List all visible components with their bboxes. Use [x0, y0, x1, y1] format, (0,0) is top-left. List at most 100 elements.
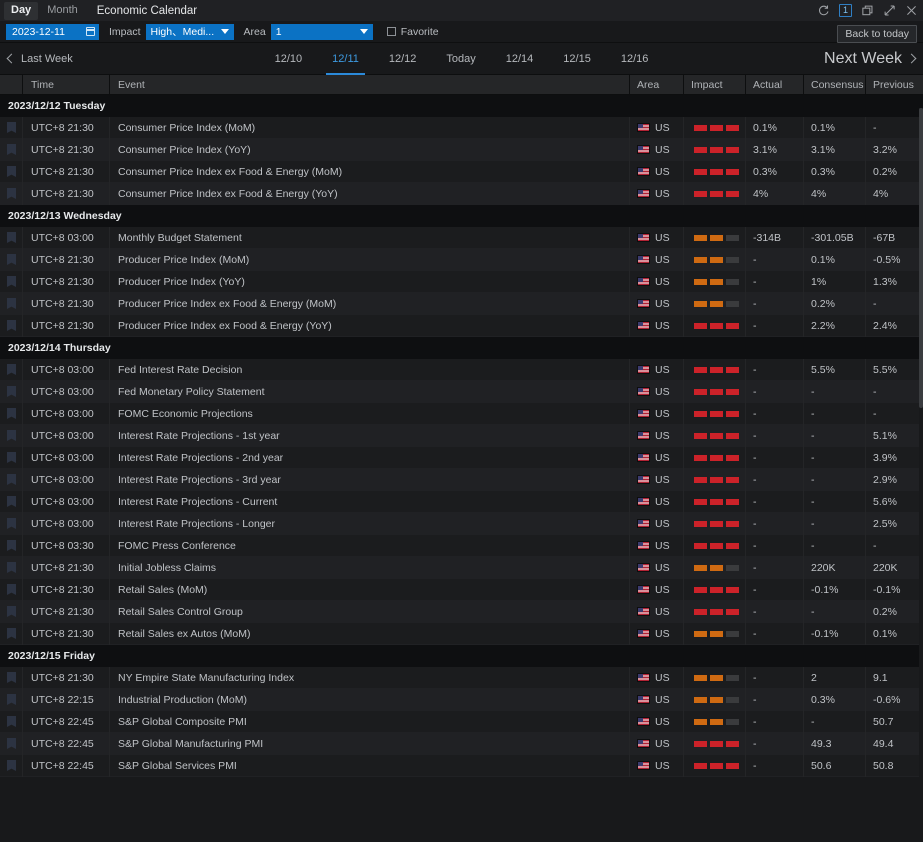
table-row[interactable]: UTC+8 03:00FOMC Economic ProjectionsUS--… — [0, 403, 923, 425]
table-row[interactable]: UTC+8 22:15Industrial Production (MoM)US… — [0, 689, 923, 711]
bookmark-icon[interactable] — [7, 386, 16, 397]
bookmark-icon[interactable] — [7, 606, 16, 617]
bookmark-icon[interactable] — [7, 298, 16, 309]
table-row[interactable]: UTC+8 03:00Interest Rate Projections - L… — [0, 513, 923, 535]
close-icon[interactable] — [905, 4, 918, 17]
scrollbar-thumb[interactable] — [919, 108, 923, 408]
expand-icon[interactable] — [883, 4, 896, 17]
table-row[interactable]: UTC+8 21:30Retail Sales Control GroupUS-… — [0, 601, 923, 623]
day-tab-12-15[interactable]: 12/15 — [561, 43, 593, 75]
table-row[interactable]: UTC+8 21:30Consumer Price Index (YoY)US3… — [0, 139, 923, 161]
bookmark-icon[interactable] — [7, 452, 16, 463]
bookmark-icon[interactable] — [7, 430, 16, 441]
chevron-down-icon — [221, 29, 229, 34]
bookmark-icon[interactable] — [7, 738, 16, 749]
row-mark-cell — [0, 315, 22, 337]
row-mark-cell — [0, 513, 22, 535]
bookmark-icon[interactable] — [7, 408, 16, 419]
day-tab-12-10[interactable]: 12/10 — [273, 43, 305, 75]
window-count-badge[interactable]: 1 — [839, 4, 852, 17]
bookmark-icon[interactable] — [7, 694, 16, 705]
table-row[interactable]: UTC+8 03:00Interest Rate Projections - 3… — [0, 469, 923, 491]
table-row[interactable]: UTC+8 03:00Interest Rate Projections - C… — [0, 491, 923, 513]
bookmark-icon[interactable] — [7, 232, 16, 243]
back-to-today-button[interactable]: Back to today — [837, 25, 917, 43]
table-row[interactable]: UTC+8 03:00Fed Interest Rate DecisionUS-… — [0, 359, 923, 381]
table-row[interactable]: UTC+8 21:30Consumer Price Index (MoM)US0… — [0, 117, 923, 139]
table-row[interactable]: UTC+8 22:45S&P Global Composite PMIUS--5… — [0, 711, 923, 733]
bookmark-icon[interactable] — [7, 166, 16, 177]
cell-previous: -67B — [865, 227, 923, 249]
bookmark-icon[interactable] — [7, 122, 16, 133]
bookmark-icon[interactable] — [7, 254, 16, 265]
table-row[interactable]: UTC+8 03:00Interest Rate Projections - 2… — [0, 447, 923, 469]
column-header-actual[interactable]: Actual — [745, 75, 803, 95]
table-row[interactable]: UTC+8 21:30Producer Price Index ex Food … — [0, 293, 923, 315]
bookmark-icon[interactable] — [7, 716, 16, 727]
table-row[interactable]: UTC+8 21:30NY Empire State Manufacturing… — [0, 667, 923, 689]
table-row[interactable]: UTC+8 03:00Monthly Budget StatementUS-31… — [0, 227, 923, 249]
column-header-area[interactable]: Area — [629, 75, 683, 95]
date-picker[interactable]: 2023-12-11 — [6, 24, 99, 40]
bookmark-icon[interactable] — [7, 276, 16, 287]
day-tab-12-16[interactable]: 12/16 — [619, 43, 651, 75]
bookmark-icon[interactable] — [7, 672, 16, 683]
bookmark-icon[interactable] — [7, 584, 16, 595]
bookmark-icon[interactable] — [7, 562, 16, 573]
column-header-event[interactable]: Event — [109, 75, 629, 95]
table-row[interactable]: UTC+8 21:30Producer Price Index (YoY)US-… — [0, 271, 923, 293]
cell-time: UTC+8 21:30 — [22, 183, 109, 205]
column-header-previous[interactable]: Previous — [865, 75, 923, 95]
bookmark-icon[interactable] — [7, 474, 16, 485]
day-tab-12-12[interactable]: 12/12 — [387, 43, 419, 75]
impact-bars-high — [694, 455, 739, 461]
column-header-consensus[interactable]: Consensus — [803, 75, 865, 95]
restore-icon[interactable] — [861, 4, 874, 17]
cell-consensus: 5.5% — [803, 359, 865, 381]
area-name: US — [655, 518, 670, 530]
impact-filter-select[interactable]: High、Medi... — [146, 24, 234, 40]
favorite-checkbox[interactable] — [387, 27, 396, 36]
table-row[interactable]: UTC+8 21:30Producer Price Index (MoM)US-… — [0, 249, 923, 271]
table-row[interactable]: UTC+8 03:00Fed Monetary Policy Statement… — [0, 381, 923, 403]
table-row[interactable]: UTC+8 21:30Retail Sales (MoM)US--0.1%-0.… — [0, 579, 923, 601]
bookmark-icon[interactable] — [7, 760, 16, 771]
table-row[interactable]: UTC+8 21:30Producer Price Index ex Food … — [0, 315, 923, 337]
day-tab-12-14[interactable]: 12/14 — [504, 43, 536, 75]
bookmark-icon[interactable] — [7, 540, 16, 551]
cell-impact — [683, 469, 745, 491]
table-header: Time Event Area Impact Actual Consensus … — [0, 75, 923, 95]
view-mode-month[interactable]: Month — [40, 2, 85, 20]
table-row[interactable]: UTC+8 22:45S&P Global Services PMIUS-50.… — [0, 755, 923, 777]
bookmark-icon[interactable] — [7, 496, 16, 507]
table-row[interactable]: UTC+8 03:00Interest Rate Projections - 1… — [0, 425, 923, 447]
week-navigation: Last Week 12/1012/1112/12Today12/1412/15… — [0, 43, 923, 75]
cell-area: US — [629, 139, 683, 161]
vertical-scrollbar[interactable] — [919, 108, 923, 842]
bookmark-icon[interactable] — [7, 320, 16, 331]
bookmark-icon[interactable] — [7, 144, 16, 155]
bookmark-icon[interactable] — [7, 188, 16, 199]
view-mode-day[interactable]: Day — [4, 2, 38, 20]
area-name: US — [655, 694, 670, 706]
column-header-time[interactable]: Time — [22, 75, 109, 95]
table-row[interactable]: UTC+8 03:30FOMC Press ConferenceUS--- — [0, 535, 923, 557]
next-week-button[interactable]: Next Week — [824, 50, 915, 68]
cell-previous: 0.2% — [865, 161, 923, 183]
favorite-toggle[interactable]: Favorite — [387, 26, 439, 38]
table-row[interactable]: UTC+8 21:30Initial Jobless ClaimsUS-220K… — [0, 557, 923, 579]
us-flag-icon — [637, 541, 650, 550]
refresh-icon[interactable] — [817, 4, 830, 17]
table-row[interactable]: UTC+8 21:30Consumer Price Index ex Food … — [0, 183, 923, 205]
day-tab-12-11[interactable]: 12/11 — [330, 43, 361, 75]
day-tab-today[interactable]: Today — [444, 43, 477, 75]
bookmark-icon[interactable] — [7, 628, 16, 639]
bookmark-icon[interactable] — [7, 364, 16, 375]
table-row[interactable]: UTC+8 21:30Retail Sales ex Autos (MoM)US… — [0, 623, 923, 645]
bookmark-icon[interactable] — [7, 518, 16, 529]
table-row[interactable]: UTC+8 21:30Consumer Price Index ex Food … — [0, 161, 923, 183]
area-filter-select[interactable]: 1 — [271, 24, 373, 40]
area-name: US — [655, 672, 670, 684]
column-header-impact[interactable]: Impact — [683, 75, 745, 95]
table-row[interactable]: UTC+8 22:45S&P Global Manufacturing PMIU… — [0, 733, 923, 755]
